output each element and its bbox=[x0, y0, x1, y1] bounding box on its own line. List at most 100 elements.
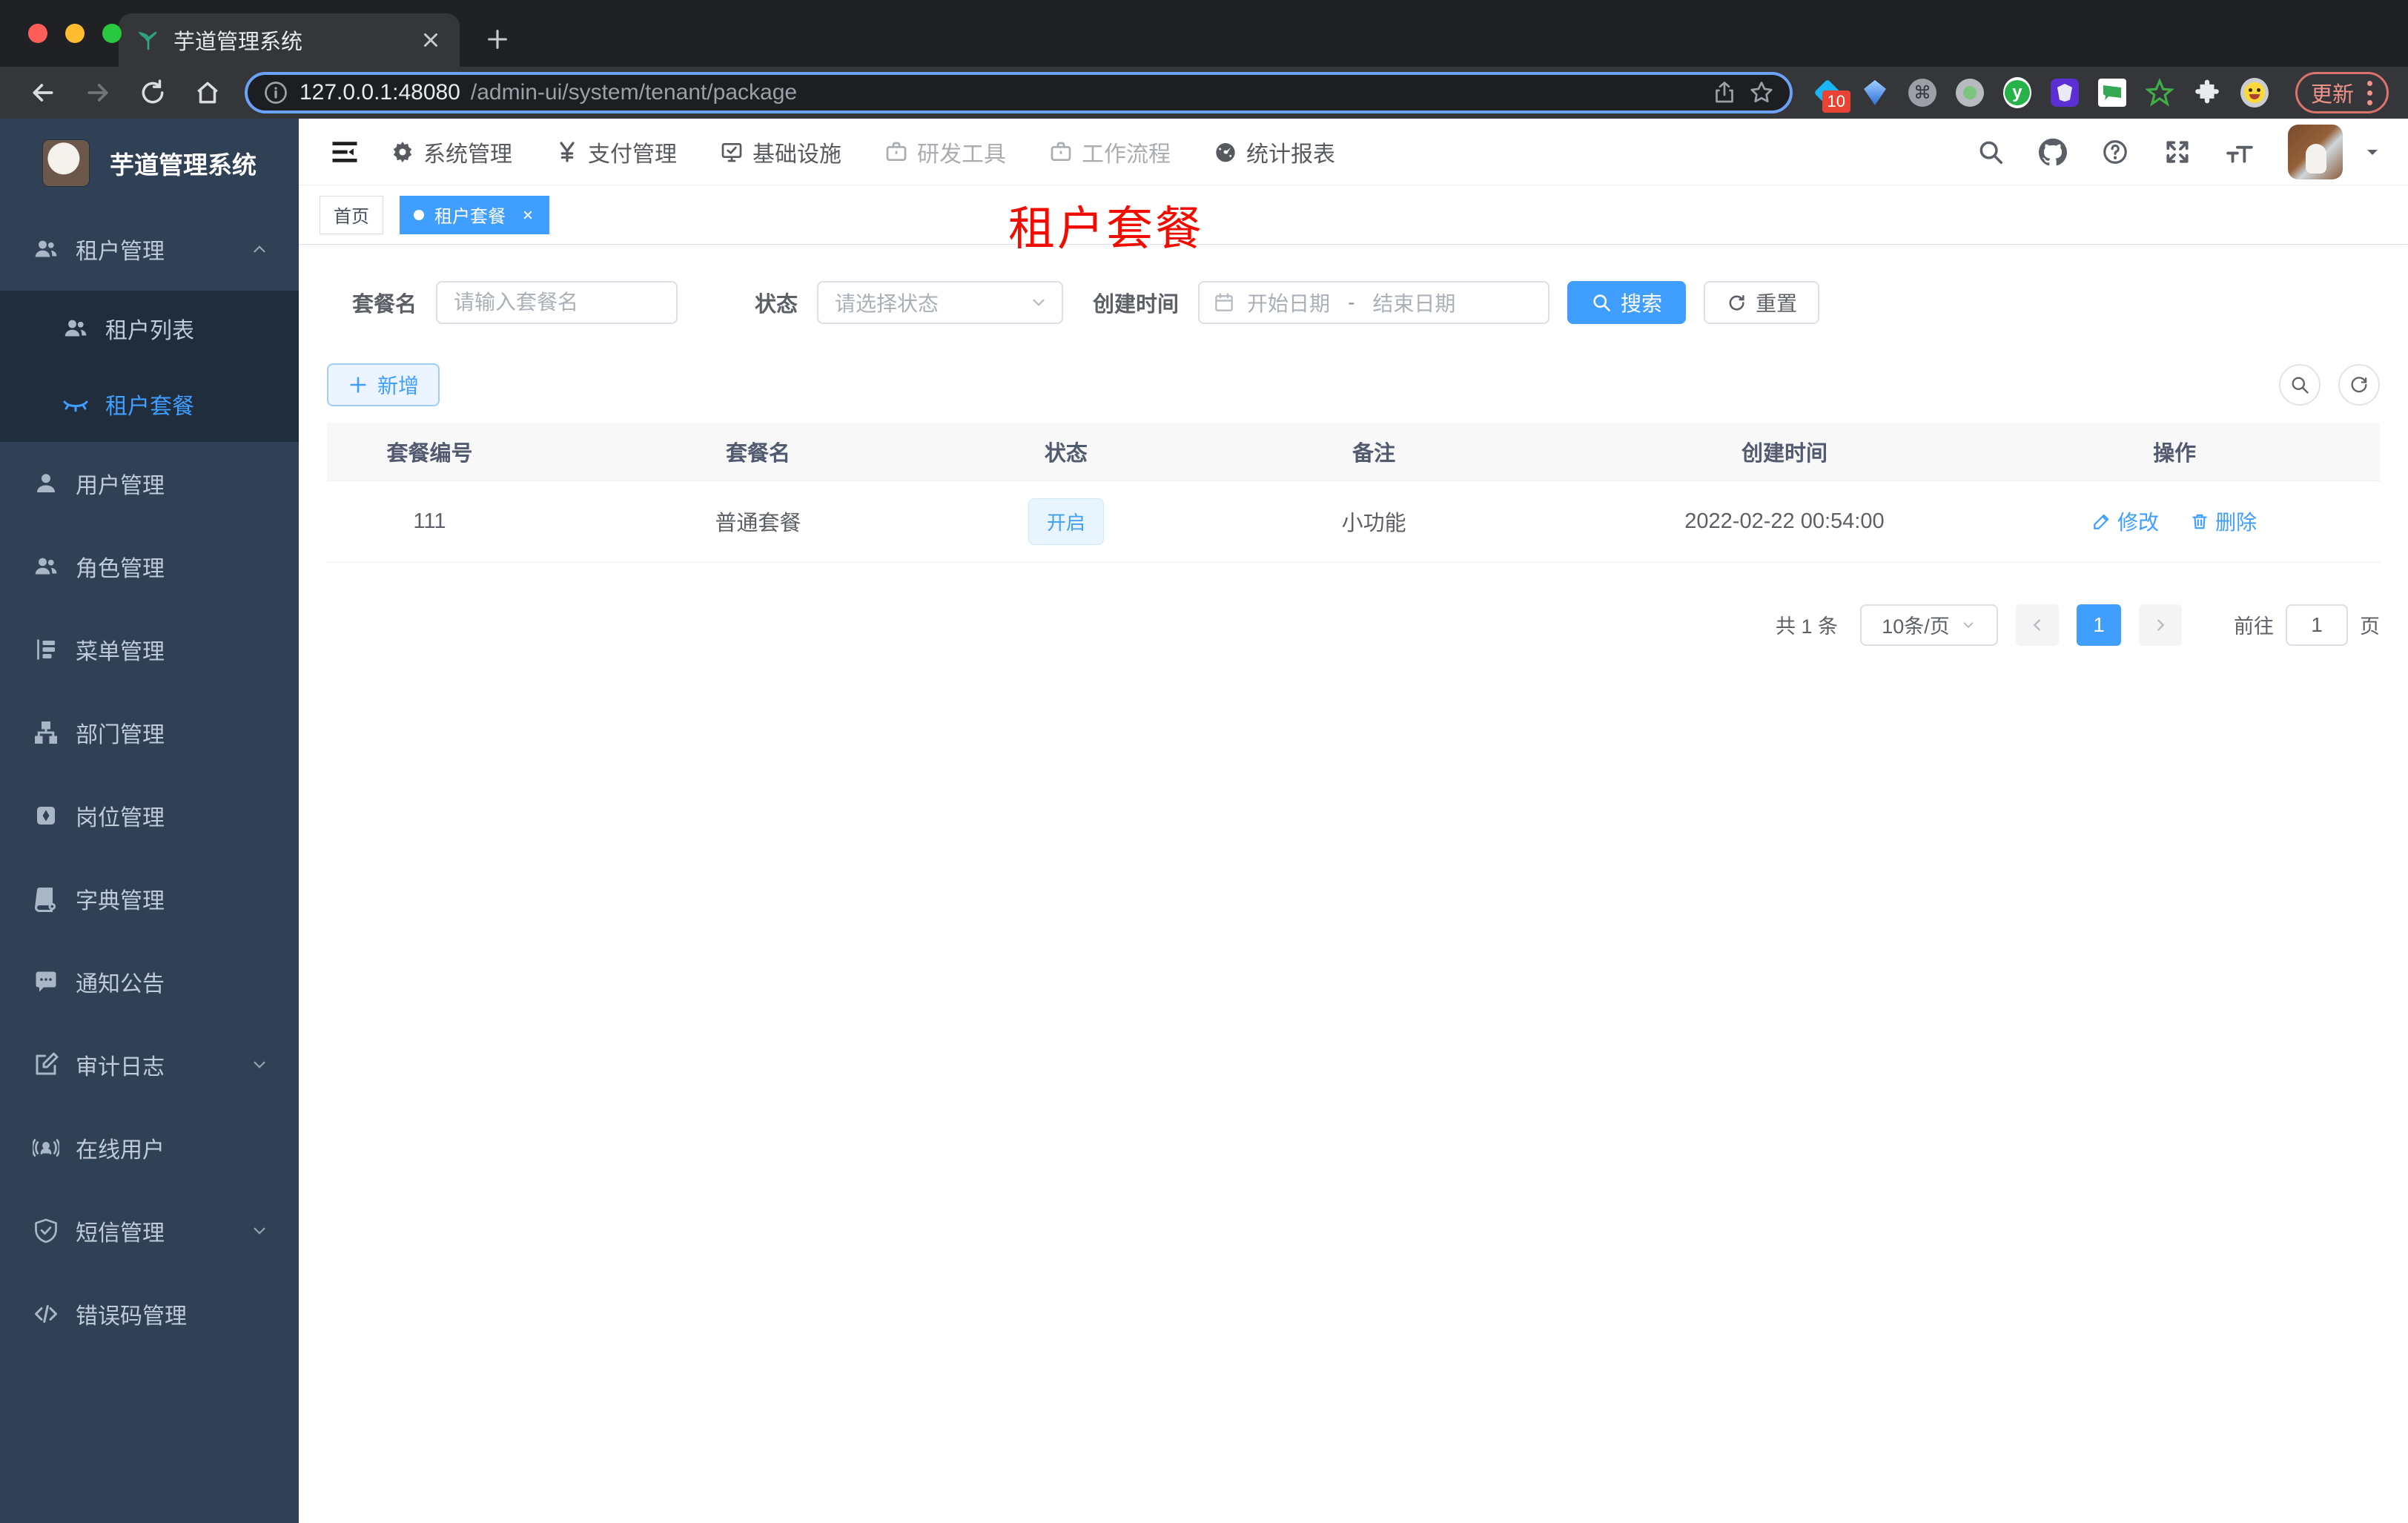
sidebar-item-dict-management[interactable]: 字典管理 bbox=[0, 857, 299, 940]
browser-update-button[interactable]: 更新 bbox=[2295, 72, 2389, 113]
top-nav-devtools[interactable]: 研发工具 bbox=[884, 136, 1006, 168]
annotation-title: 租户套餐 bbox=[1008, 203, 1204, 255]
user-icon bbox=[37, 474, 55, 492]
top-nav-report[interactable]: 统计报表 bbox=[1214, 136, 1335, 168]
tag-home[interactable]: 首页 bbox=[320, 195, 383, 234]
prev-page-button[interactable] bbox=[2016, 604, 2059, 646]
browser-menu-icon[interactable] bbox=[2366, 80, 2373, 105]
close-window-button[interactable] bbox=[28, 24, 47, 43]
sidebar-logo[interactable]: 芋道管理系统 bbox=[0, 119, 299, 208]
sidebar-item-tenant-package[interactable]: 租户套餐 bbox=[0, 366, 299, 442]
goto-page-input[interactable] bbox=[2286, 604, 2348, 646]
sidebar-item-error-code[interactable]: 错误码管理 bbox=[0, 1272, 299, 1355]
forward-button[interactable] bbox=[74, 72, 122, 113]
refresh-icon bbox=[1729, 294, 1744, 311]
reset-button[interactable]: 重置 bbox=[1704, 281, 1820, 324]
github-icon[interactable] bbox=[2039, 138, 2067, 166]
user-avatar[interactable] bbox=[2288, 124, 2343, 179]
fullscreen-icon[interactable] bbox=[2163, 138, 2192, 166]
tab-close-icon[interactable] bbox=[420, 29, 442, 51]
home-button[interactable] bbox=[184, 72, 231, 113]
top-nav-workflow[interactable]: 工作流程 bbox=[1049, 136, 1171, 168]
refresh-table-button[interactable] bbox=[2338, 364, 2380, 406]
status-badge[interactable]: 开启 bbox=[1028, 498, 1104, 545]
col-remark: 备注 bbox=[1148, 423, 1600, 481]
page-unit-label: 页 bbox=[2360, 615, 2380, 638]
top-nav-system[interactable]: 系统管理 bbox=[391, 136, 512, 168]
new-tab-button[interactable] bbox=[480, 22, 515, 56]
extension-diamond-icon[interactable]: 10 bbox=[1813, 79, 1850, 113]
search-icon[interactable] bbox=[1977, 138, 2005, 166]
maximize-window-button[interactable] bbox=[102, 24, 122, 43]
page-number-1[interactable]: 1 bbox=[2077, 604, 2121, 646]
extensions-puzzle-icon[interactable] bbox=[2193, 79, 2221, 107]
status-select[interactable]: 请选择状态 bbox=[817, 281, 1064, 324]
sidebar-item-label: 字典管理 bbox=[76, 889, 165, 914]
chevron-down-icon bbox=[254, 1061, 265, 1068]
trash-icon bbox=[2192, 514, 2207, 529]
search-button[interactable]: 搜索 bbox=[1567, 281, 1687, 324]
help-icon[interactable] bbox=[2101, 138, 2129, 166]
sidebar-item-notice[interactable]: 通知公告 bbox=[0, 940, 299, 1023]
site-info-icon[interactable] bbox=[262, 79, 289, 106]
show-search-button[interactable] bbox=[2279, 364, 2321, 406]
window-controls[interactable] bbox=[28, 24, 122, 43]
tag-tenant-package[interactable]: 租户套餐 bbox=[400, 195, 549, 234]
pagination: 共 1 条 10条/页 1 前往 页 bbox=[327, 604, 2380, 646]
edit-link[interactable]: 修改 bbox=[2092, 506, 2159, 536]
date-range-picker[interactable]: 开始日期 - 结束日期 bbox=[1198, 281, 1550, 324]
share-icon[interactable] bbox=[1711, 79, 1738, 106]
extension-gem-icon[interactable] bbox=[1861, 79, 1889, 107]
profile-avatar-icon[interactable] bbox=[2240, 78, 2269, 108]
reload-button[interactable] bbox=[129, 72, 176, 113]
sidebar-item-label: 审计日志 bbox=[76, 1055, 165, 1080]
extension-y-icon[interactable]: y bbox=[2002, 77, 2031, 108]
browser-tab[interactable]: 芋道管理系统 bbox=[119, 13, 460, 67]
page-size-select[interactable]: 10条/页 bbox=[1860, 604, 1998, 646]
sidebar-item-dept-management[interactable]: 部门管理 bbox=[0, 691, 299, 774]
avatar-caret-icon[interactable] bbox=[2364, 143, 2381, 161]
sidebar-item-audit-log[interactable]: 审计日志 bbox=[0, 1023, 299, 1106]
font-size-icon[interactable] bbox=[2226, 138, 2254, 166]
sidebar-item-label: 错误码管理 bbox=[76, 1304, 187, 1329]
address-bar[interactable]: 127.0.0.1:48080 /admin-ui/system/tenant/… bbox=[245, 72, 1793, 113]
tag-close-icon[interactable] bbox=[520, 208, 535, 222]
extension-star-icon[interactable] bbox=[2145, 78, 2174, 107]
sidebar-item-role-management[interactable]: 角色管理 bbox=[0, 525, 299, 608]
sidebar-item-tenant-management[interactable]: 租户管理 bbox=[0, 208, 299, 291]
dashboard-icon bbox=[1216, 142, 1235, 162]
main-area: 系统管理 支付管理 基础设施 研发工具 工作流程 统计报表 首页 租户套餐 套餐… bbox=[299, 119, 2408, 1523]
chevron-right-icon bbox=[2157, 618, 2165, 631]
search-button-label: 搜索 bbox=[1621, 292, 1663, 315]
sidebar-item-post-management[interactable]: 岗位管理 bbox=[0, 774, 299, 857]
sidebar-item-online-users[interactable]: 在线用户 bbox=[0, 1106, 299, 1189]
extension-command-icon[interactable]: ⌘ bbox=[1908, 79, 1936, 107]
sidebar-item-menu-management[interactable]: 菜单管理 bbox=[0, 608, 299, 691]
status-placeholder: 请选择状态 bbox=[835, 292, 939, 315]
cell-created: 2022-02-22 00:54:00 bbox=[1599, 480, 1970, 563]
extension-dot-icon[interactable] bbox=[1955, 79, 1984, 107]
next-page-button[interactable] bbox=[2139, 604, 2182, 646]
table-header-row: 套餐编号 套餐名 状态 备注 创建时间 操作 bbox=[327, 423, 2380, 481]
search-icon bbox=[1593, 294, 1610, 311]
add-button[interactable]: 新增 bbox=[327, 363, 440, 406]
monitor-icon bbox=[721, 142, 742, 162]
badge-icon bbox=[37, 807, 55, 825]
search-form: 套餐名 状态 请选择状态 创建时间 开始日期 - 结束日期 bbox=[352, 280, 2380, 325]
delete-link[interactable]: 删除 bbox=[2190, 506, 2257, 536]
active-dot bbox=[414, 209, 424, 220]
extension-shield-icon[interactable] bbox=[2050, 79, 2079, 107]
sidebar-item-user-management[interactable]: 用户管理 bbox=[0, 442, 299, 525]
search-icon bbox=[2292, 377, 2309, 394]
sidebar-fold-icon[interactable] bbox=[328, 136, 361, 168]
minimize-window-button[interactable] bbox=[65, 24, 85, 43]
top-nav-infra[interactable]: 基础设施 bbox=[720, 136, 841, 168]
package-name-input[interactable] bbox=[436, 281, 678, 324]
sidebar-item-sms-management[interactable]: 短信管理 bbox=[0, 1189, 299, 1272]
back-button[interactable] bbox=[19, 72, 67, 113]
extension-chat-icon[interactable] bbox=[2097, 79, 2126, 107]
top-nav-payment[interactable]: 支付管理 bbox=[555, 136, 677, 168]
date-separator: - bbox=[1348, 291, 1355, 314]
sidebar-item-tenant-list[interactable]: 租户列表 bbox=[0, 291, 299, 366]
bookmark-star-icon[interactable] bbox=[1748, 79, 1775, 106]
